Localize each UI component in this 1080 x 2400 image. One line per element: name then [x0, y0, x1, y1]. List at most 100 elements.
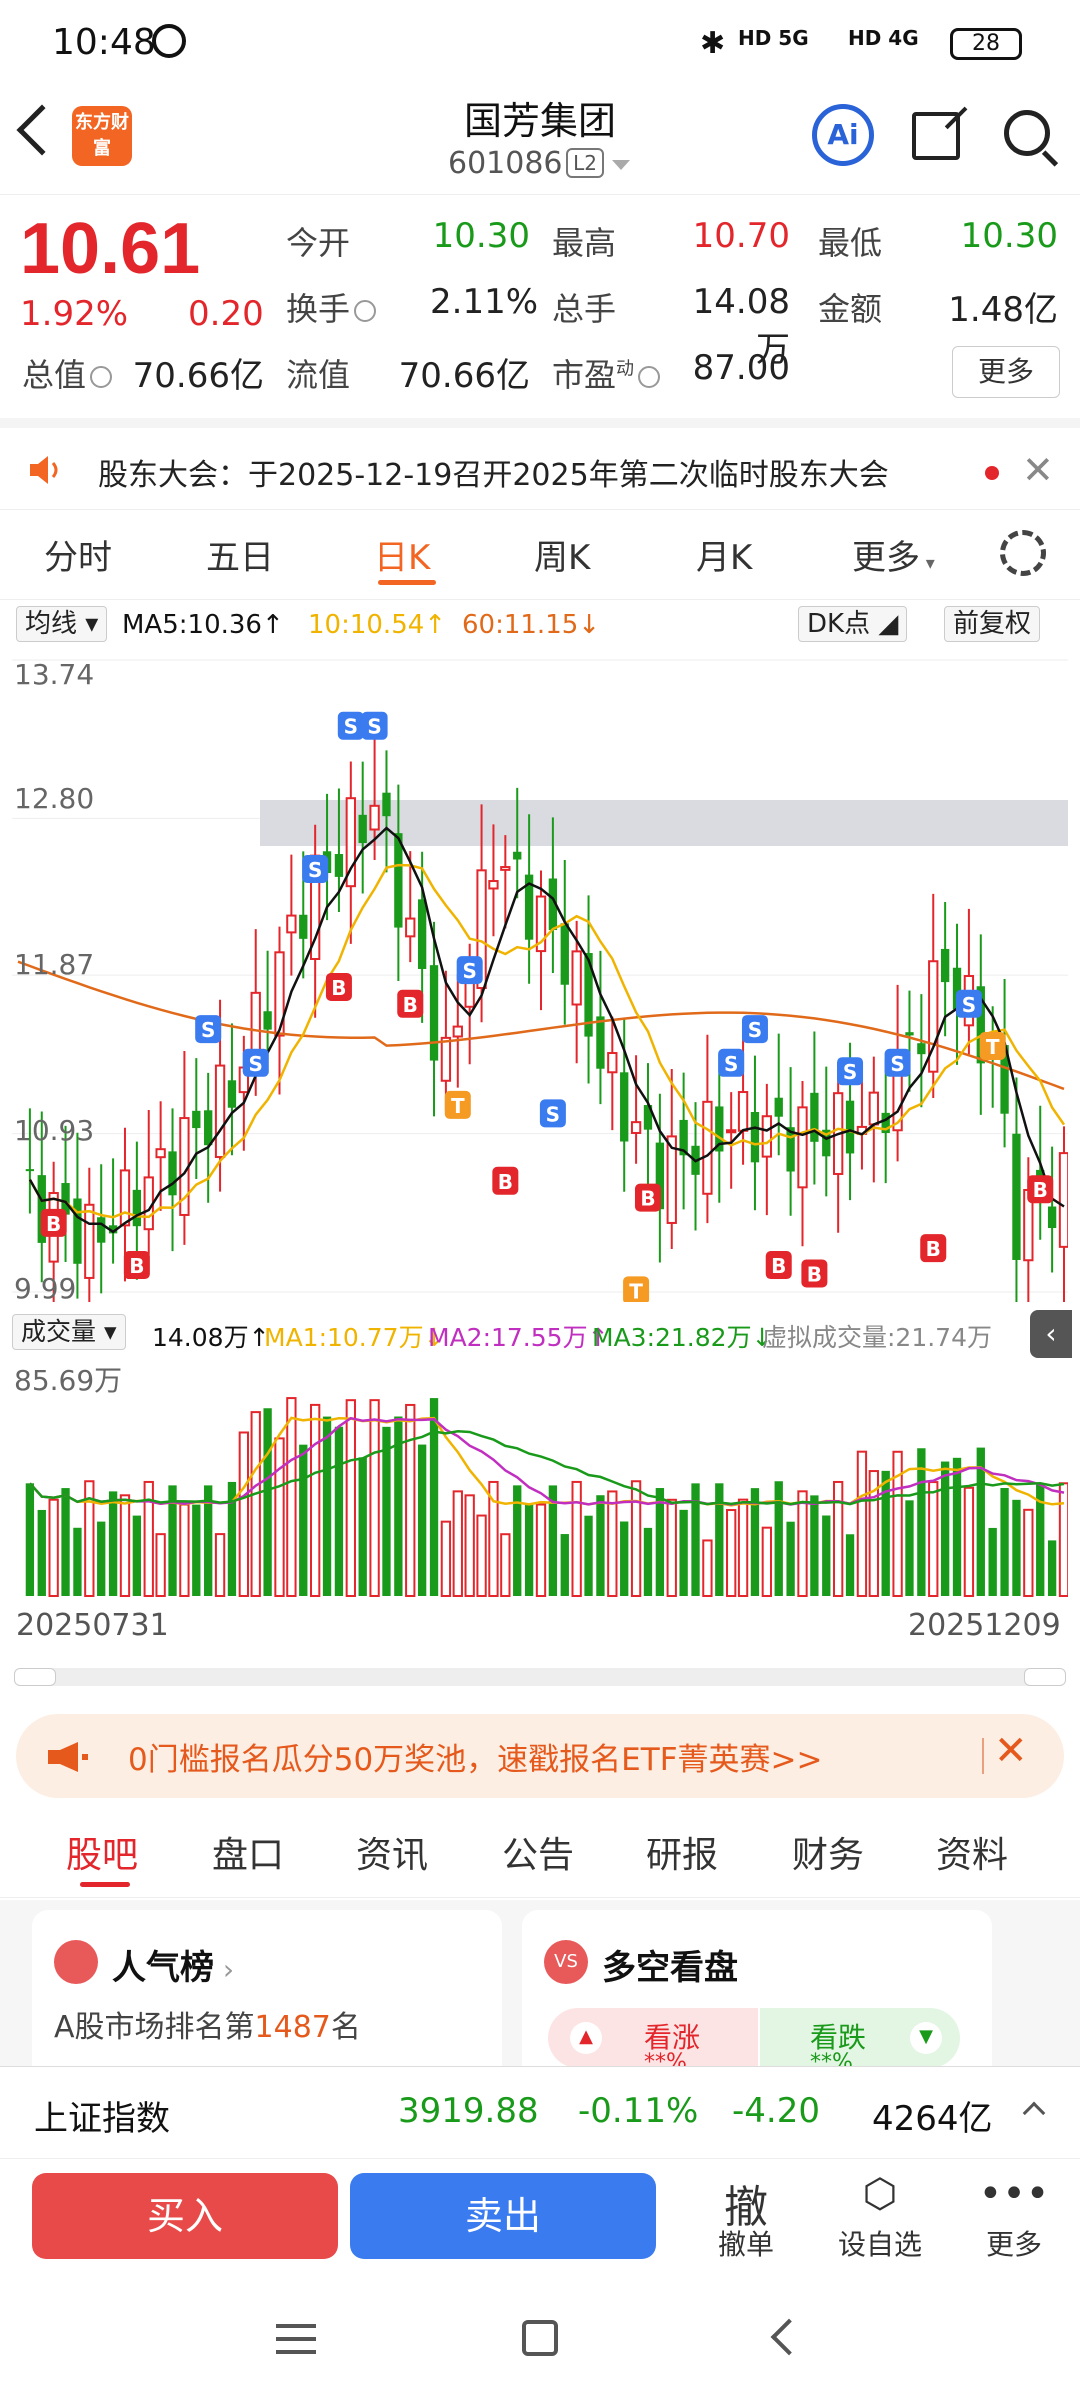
- tab-daily-k[interactable]: 日K: [374, 530, 430, 579]
- volume-bar: [476, 1514, 487, 1597]
- volume-legend: 成交量 ▾ 14.08万↑ MA1:10.77万↓ MA2:17.55万↑ MA…: [0, 1310, 1080, 1356]
- promo-text[interactable]: 0门槛报名瓜分50万奖池，速戳报名ETF菁英赛>>: [128, 1734, 822, 1779]
- tab-pankou[interactable]: 盘口: [212, 1826, 284, 1878]
- tab-finance[interactable]: 财务: [792, 1826, 864, 1878]
- volume-chart[interactable]: 85.69万: [12, 1360, 1068, 1600]
- tab-profile[interactable]: 资料: [936, 1826, 1008, 1878]
- bear-vote-button[interactable]: 看跌 **% ▼: [760, 2008, 960, 2066]
- y-label-max: 13.74: [14, 658, 94, 691]
- adjust-selector[interactable]: 前复权: [944, 606, 1041, 642]
- nav-back-icon[interactable]: [770, 2318, 808, 2356]
- bull-vote-button[interactable]: ▲ 看涨 **%: [548, 2008, 758, 2066]
- candle-body: [227, 1080, 237, 1108]
- tab-announcements[interactable]: 公告: [502, 1826, 574, 1878]
- more-quote-button[interactable]: 更多: [952, 346, 1060, 398]
- volume-bar: [108, 1491, 118, 1596]
- candle-body: [204, 1110, 213, 1146]
- volume-bar: [774, 1481, 783, 1596]
- ma-selector[interactable]: 均线 ▾: [16, 606, 108, 642]
- tab-weekly-k[interactable]: 周K: [534, 530, 590, 579]
- volume-bar: [822, 1515, 831, 1596]
- info-icon[interactable]: [638, 366, 661, 388]
- cancel-order-button[interactable]: 撤 撤单: [696, 2171, 796, 2263]
- volume-bar: [440, 1520, 452, 1597]
- volume-bar: [524, 1504, 534, 1596]
- megaphone-icon: [48, 1742, 88, 1772]
- volume-bar: [666, 1498, 677, 1598]
- ma60-value: 60:11.15↓: [462, 610, 601, 640]
- add-watchlist-button[interactable]: ⬡ 设自选: [830, 2171, 930, 2263]
- candle-body: [607, 1052, 618, 1074]
- info-icon[interactable]: [354, 300, 377, 322]
- tab-news[interactable]: 资讯: [356, 1826, 428, 1878]
- volume-bar: [97, 1521, 106, 1596]
- notice-text[interactable]: 股东大会：于2025-12-19召开2025年第二次临时股东大会: [98, 450, 889, 494]
- volume-now: 14.08万↑: [152, 1323, 270, 1352]
- indicator-selector[interactable]: 成交量 ▾: [12, 1314, 126, 1350]
- tab-monthly-k[interactable]: 月K: [696, 530, 752, 579]
- volume-bar: [940, 1461, 950, 1596]
- notice-bar[interactable]: 股东大会：于2025-12-19召开2025年第二次临时股东大会 ✕: [0, 418, 1080, 510]
- tab-more[interactable]: 更多 ▾: [852, 530, 935, 579]
- search-icon[interactable]: [1004, 110, 1050, 156]
- signal-marker-label: S: [367, 715, 381, 739]
- up-arrow-icon: ▲: [570, 2022, 602, 2054]
- home-icon[interactable]: [522, 2320, 558, 2356]
- signal-marker-label: T: [986, 1035, 1000, 1059]
- turnover-label: 换手: [286, 284, 377, 330]
- chevron-down-icon[interactable]: [612, 160, 630, 170]
- active-tab-indicator: [378, 580, 436, 585]
- signal-marker-label: S: [748, 1018, 762, 1042]
- chevron-up-icon[interactable]: [1022, 2101, 1046, 2125]
- recent-apps-icon[interactable]: [276, 2324, 316, 2354]
- candle-body: [214, 1064, 226, 1159]
- open-value: 10.30: [432, 216, 530, 256]
- candle-body: [810, 1092, 819, 1142]
- dk-point-toggle[interactable]: DK点 ◢: [798, 606, 908, 642]
- candle-body: [417, 899, 427, 969]
- sell-button[interactable]: 卖出: [350, 2173, 656, 2259]
- ai-assistant-button[interactable]: Ai: [812, 104, 874, 166]
- chart-range-scrollbar[interactable]: [14, 1668, 1066, 1686]
- share-icon[interactable]: [912, 112, 960, 160]
- tab-intraday[interactable]: 分时: [44, 530, 112, 579]
- volume-bar: [905, 1500, 914, 1596]
- volume-bar: [322, 1416, 332, 1596]
- signal-marker-label: B: [926, 1237, 941, 1261]
- candle-body: [440, 1036, 452, 1082]
- bull-bear-card[interactable]: VS 多空看盘 ▲ 看涨 **% 看跌 **% ▼: [522, 1910, 992, 2066]
- cancel-icon: 撤: [724, 2182, 768, 2233]
- range-handle-left[interactable]: [14, 1668, 56, 1686]
- volume-bar: [856, 1450, 868, 1597]
- promo-banner[interactable]: 0门槛报名瓜分50万奖池，速戳报名ETF菁英赛>> ✕: [16, 1714, 1064, 1798]
- gear-icon[interactable]: [1000, 530, 1046, 576]
- candle-body: [750, 1112, 760, 1163]
- signal-marker-label: B: [46, 1212, 61, 1236]
- signal-marker-label: S: [249, 1052, 263, 1076]
- volume-bar: [132, 1515, 142, 1596]
- buy-button[interactable]: 买入: [32, 2173, 338, 2259]
- tab-research[interactable]: 研报: [646, 1826, 718, 1878]
- tab-five-day[interactable]: 五日: [206, 530, 274, 579]
- range-handle-right[interactable]: [1024, 1668, 1066, 1686]
- collapse-panel-button[interactable]: ‹: [1030, 1310, 1072, 1358]
- candle-body: [571, 950, 582, 1006]
- candle-body: [868, 1091, 879, 1126]
- more-button[interactable]: ••• 更多: [964, 2171, 1064, 2263]
- close-icon[interactable]: ✕: [1022, 448, 1054, 492]
- stock-code: 601086: [448, 146, 563, 181]
- more-dots-icon: •••: [978, 2171, 1050, 2217]
- bear-value: **%: [810, 2050, 853, 2066]
- candle-body: [726, 1129, 737, 1134]
- candle-body: [192, 1110, 201, 1129]
- candle-body: [702, 1100, 713, 1195]
- info-icon[interactable]: [90, 366, 113, 388]
- close-icon[interactable]: ✕: [994, 1728, 1028, 1774]
- trade-bar: 买入 卖出 撤 撤单 ⬡ 设自选 ••• 更多: [0, 2158, 1080, 2276]
- tab-guba[interactable]: 股吧: [66, 1826, 138, 1878]
- volume-bar: [1012, 1499, 1021, 1596]
- signal-marker-label: S: [890, 1052, 904, 1076]
- popularity-card[interactable]: 人气榜 › A股市场排名第1487名: [32, 1910, 502, 2066]
- kline-chart[interactable]: BBSSSS SBBTSBSTBSSB BS SBSBT 13.74 12.80 11…: [12, 652, 1068, 1302]
- index-ticker[interactable]: 上证指数 3919.88 -0.11% -4.20 4264亿: [0, 2066, 1080, 2158]
